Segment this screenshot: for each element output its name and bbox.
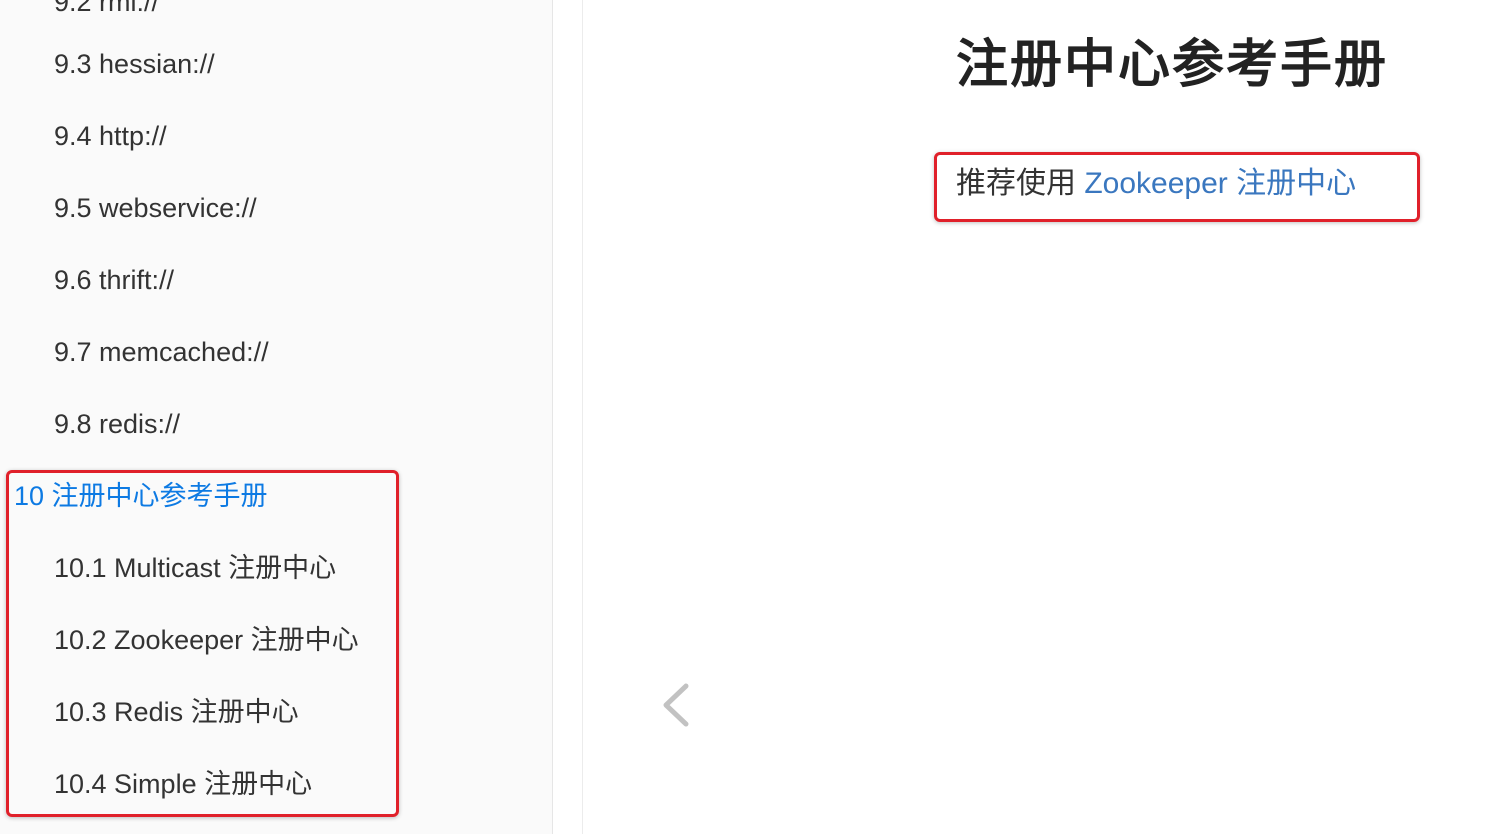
sidebar-item-redis-registry[interactable]: 10.3 Redis 注册中心	[54, 696, 299, 728]
sidebar: 9.2 rmi:// 9.3 hessian:// 9.4 http:// 9.…	[0, 0, 553, 834]
sidebar-divider	[553, 0, 583, 834]
sidebar-item-thrift[interactable]: 9.6 thrift://	[54, 264, 174, 296]
docs-page: 9.2 rmi:// 9.3 hessian:// 9.4 http:// 9.…	[0, 0, 1510, 834]
sidebar-item-hessian[interactable]: 9.3 hessian://	[54, 48, 215, 80]
sidebar-item-registry-reference[interactable]: 10 注册中心参考手册	[14, 480, 268, 512]
intro-text: 推荐使用	[956, 167, 1076, 200]
main-content: 注册中心参考手册 推荐使用 Zookeeper 注册中心	[584, 0, 1510, 834]
page-title: 注册中心参考手册	[956, 36, 1389, 94]
zookeeper-registry-link[interactable]: Zookeeper 注册中心	[1084, 167, 1356, 200]
sidebar-item-webservice[interactable]: 9.5 webservice://	[54, 192, 257, 224]
prev-page-button[interactable]	[660, 680, 694, 730]
sidebar-item-http[interactable]: 9.4 http://	[54, 120, 167, 152]
intro-paragraph: 推荐使用 Zookeeper 注册中心	[956, 166, 1356, 202]
sidebar-item-simple-registry[interactable]: 10.4 Simple 注册中心	[54, 768, 312, 800]
sidebar-item-rmi[interactable]: 9.2 rmi://	[54, 0, 159, 18]
sidebar-item-redis[interactable]: 9.8 redis://	[54, 408, 180, 440]
chevron-left-icon	[663, 683, 689, 727]
sidebar-item-memcached[interactable]: 9.7 memcached://	[54, 336, 269, 368]
sidebar-item-zookeeper-registry[interactable]: 10.2 Zookeeper 注册中心	[54, 624, 359, 656]
sidebar-item-multicast-registry[interactable]: 10.1 Multicast 注册中心	[54, 552, 336, 584]
